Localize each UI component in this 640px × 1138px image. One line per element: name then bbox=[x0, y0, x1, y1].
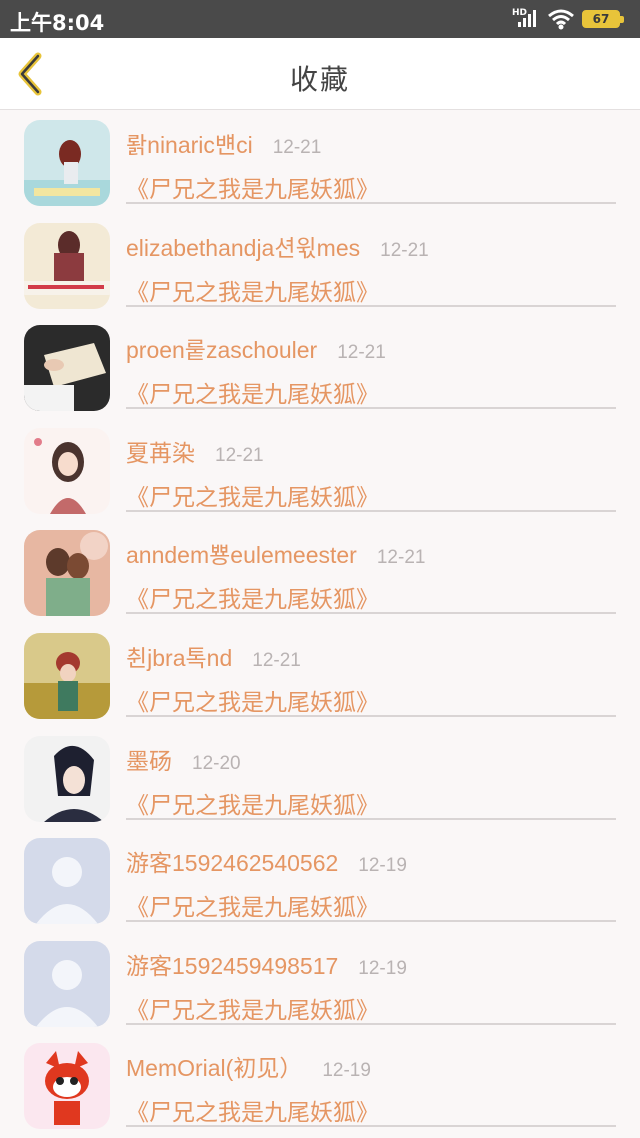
battery-icon: 67 bbox=[582, 10, 624, 28]
list-item[interactable]: 췬jbra톡nd 12-21 《尸兄之我是九尾妖狐》 bbox=[0, 623, 640, 726]
post-date: 12-19 bbox=[358, 855, 407, 877]
list-item[interactable]: 뢁ninaric뱬ci 12-21 《尸兄之我是九尾妖狐》 bbox=[0, 110, 640, 213]
list-item[interactable]: 游客1592459498517 12-19 《尸兄之我是九尾妖狐》 bbox=[0, 931, 640, 1034]
item-content: 뢁ninaric뱬ci 12-21 《尸兄之我是九尾妖狐》 bbox=[126, 110, 616, 204]
item-content: elizabethandja션윇mes 12-21 《尸兄之我是九尾妖狐》 bbox=[126, 213, 616, 307]
book-hands-avatar[interactable] bbox=[24, 325, 110, 412]
user-name[interactable]: proen뤁zaschouler 12-21 bbox=[126, 331, 386, 365]
post-date: 12-21 bbox=[376, 547, 426, 569]
user-name[interactable]: 夏苒染 12-21 bbox=[126, 434, 264, 468]
book-title[interactable]: 《尸兄之我是九尾妖狐》 bbox=[126, 580, 379, 614]
post-date: 12-21 bbox=[215, 444, 264, 466]
item-content: proen뤁zaschouler 12-21 《尸兄之我是九尾妖狐》 bbox=[126, 315, 616, 410]
nav-bar: 收藏 bbox=[0, 38, 640, 110]
user-name[interactable]: 游客1592459498517 12-19 bbox=[126, 947, 407, 981]
book-title[interactable]: 《尸兄之我是九尾妖狐》 bbox=[126, 478, 379, 512]
item-content: MemOrial(初见） 12-19 《尸兄之我是九尾妖狐》 bbox=[126, 1033, 616, 1128]
user-name[interactable]: MemOrial(初见） 12-19 bbox=[126, 1049, 371, 1083]
anime-boy-avatar[interactable] bbox=[24, 735, 110, 822]
book-title[interactable]: 《尸兄之我是九尾妖狐》 bbox=[126, 786, 379, 820]
cartoon-fox-avatar[interactable] bbox=[24, 1043, 110, 1130]
item-content: 游客1592462540562 12-19 《尸兄之我是九尾妖狐》 bbox=[126, 828, 616, 923]
list-item[interactable]: elizabethandja션윇mes 12-21 《尸兄之我是九尾妖狐》 bbox=[0, 213, 640, 316]
book-title[interactable]: 《尸兄之我是九尾妖狐》 bbox=[126, 170, 379, 204]
book-title[interactable]: 《尸兄之我是九尾妖狐》 bbox=[126, 683, 379, 717]
status-bar: 上午8:04 HD 67 bbox=[0, 0, 640, 38]
book-title[interactable]: 《尸兄之我是九尾妖狐》 bbox=[126, 888, 379, 922]
favorites-list: 뢁ninaric뱬ci 12-21 《尸兄之我是九尾妖狐》 elizabethan… bbox=[0, 110, 640, 1136]
user-name[interactable]: anndem뿅eulemeester 12-21 bbox=[126, 536, 425, 570]
list-item[interactable]: anndem뿅eulemeester 12-21 《尸兄之我是九尾妖狐》 bbox=[0, 520, 640, 623]
user-name[interactable]: 墨砀 12-20 bbox=[126, 742, 241, 776]
girl-field-avatar[interactable] bbox=[24, 632, 110, 719]
book-title[interactable]: 《尸兄之我是九尾妖狐》 bbox=[126, 273, 379, 307]
page-title: 收藏 bbox=[289, 63, 350, 96]
girl-scarf-avatar[interactable] bbox=[24, 222, 110, 309]
post-date: 12-21 bbox=[380, 239, 429, 261]
user-name[interactable]: elizabethandja션윇mes 12-21 bbox=[126, 229, 429, 263]
default-user-avatar[interactable] bbox=[24, 838, 110, 925]
list-item[interactable]: 游客1592462540562 12-19 《尸兄之我是九尾妖狐》 bbox=[0, 828, 640, 931]
signal-icon bbox=[518, 10, 536, 27]
list-item[interactable]: 夏苒染 12-21 《尸兄之我是九尾妖狐》 bbox=[0, 418, 640, 521]
item-content: anndem뿅eulemeester 12-21 《尸兄之我是九尾妖狐》 bbox=[126, 520, 616, 615]
book-title[interactable]: 《尸兄之我是九尾妖狐》 bbox=[126, 991, 379, 1025]
user-name[interactable]: 游客1592462540562 12-19 bbox=[126, 844, 407, 878]
default-user-avatar[interactable] bbox=[24, 940, 110, 1027]
post-date: 12-21 bbox=[252, 649, 301, 671]
girl-beach-avatar[interactable] bbox=[24, 120, 110, 206]
post-date: 12-19 bbox=[322, 1060, 371, 1082]
item-content: 游客1592459498517 12-19 《尸兄之我是九尾妖狐》 bbox=[126, 931, 616, 1025]
user-name[interactable]: 췬jbra톡nd 12-21 bbox=[126, 639, 301, 673]
post-date: 12-19 bbox=[358, 957, 407, 979]
item-content: 夏苒染 12-21 《尸兄之我是九尾妖狐》 bbox=[126, 418, 616, 512]
wifi-icon bbox=[548, 9, 574, 30]
book-title[interactable]: 《尸兄之我是九尾妖狐》 bbox=[126, 1093, 379, 1127]
status-time: 上午8:04 bbox=[10, 11, 105, 35]
item-content: 墨砀 12-20 《尸兄之我是九尾妖狐》 bbox=[126, 726, 616, 820]
list-item[interactable]: 墨砀 12-20 《尸兄之我是九尾妖狐》 bbox=[0, 726, 640, 829]
user-name[interactable]: 뢁ninaric뱬ci 12-21 bbox=[126, 126, 321, 160]
item-content: 췬jbra톡nd 12-21 《尸兄之我是九尾妖狐》 bbox=[126, 623, 616, 717]
couple-painting-avatar[interactable] bbox=[24, 530, 110, 617]
list-item[interactable]: proen뤁zaschouler 12-21 《尸兄之我是九尾妖狐》 bbox=[0, 315, 640, 418]
anime-girl-avatar[interactable] bbox=[24, 427, 110, 514]
post-date: 12-21 bbox=[272, 137, 322, 158]
battery-level: 67 bbox=[592, 12, 610, 26]
list-item[interactable]: MemOrial(初见） 12-19 《尸兄之我是九尾妖狐》 bbox=[0, 1033, 640, 1136]
post-date: 12-20 bbox=[192, 752, 241, 774]
post-date: 12-21 bbox=[337, 342, 386, 364]
book-title[interactable]: 《尸兄之我是九尾妖狐》 bbox=[126, 375, 379, 409]
